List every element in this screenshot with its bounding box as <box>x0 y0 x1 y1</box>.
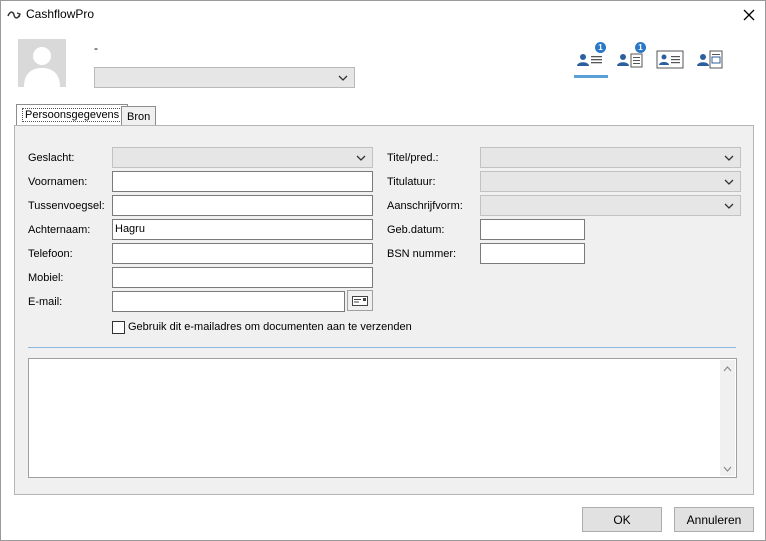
mobiel-label: Mobiel: <box>28 272 64 284</box>
aanschrijfvorm-label: Aanschrijfvorm: <box>387 200 463 212</box>
gebdatum-label: Geb.datum: <box>387 224 445 236</box>
email-label: E-mail: <box>28 296 63 308</box>
scroll-down-icon[interactable] <box>723 466 732 472</box>
view-documenten-button[interactable] <box>696 48 724 70</box>
chevron-down-icon <box>338 75 348 81</box>
cancel-button[interactable]: Annuleren <box>674 507 754 532</box>
notification-badge: 1 <box>595 42 606 53</box>
tab-persoonsgegevens[interactable]: Persoonsgegevens <box>16 104 129 126</box>
view-details-button[interactable] <box>656 48 684 70</box>
achternaam-input[interactable]: Hagru <box>112 219 373 240</box>
app-logo-icon <box>7 11 21 19</box>
notes-textarea[interactable] <box>28 358 737 478</box>
voornamen-label: Voornamen: <box>28 176 88 188</box>
chevron-down-icon <box>724 155 734 161</box>
title-bar: CashflowPro <box>1 1 765 29</box>
close-button[interactable] <box>737 4 761 26</box>
bsn-input[interactable] <box>480 243 585 264</box>
active-view-indicator <box>574 75 608 78</box>
window-title: CashflowPro <box>26 7 95 21</box>
titel-select[interactable] <box>480 147 741 168</box>
mobiel-input[interactable] <box>112 267 373 288</box>
aanschrijfvorm-select[interactable] <box>480 195 741 216</box>
achternaam-label: Achternaam: <box>28 224 91 236</box>
tab-label: Bron <box>127 111 151 123</box>
close-icon <box>743 9 755 21</box>
tab-bron[interactable]: Bron <box>121 106 157 125</box>
chevron-down-icon <box>356 155 366 161</box>
gebdatum-input[interactable] <box>480 219 585 240</box>
tussenvoegsel-label: Tussenvoegsel: <box>28 200 105 212</box>
chevron-down-icon <box>724 203 734 209</box>
email-card-icon <box>352 295 368 306</box>
relation-select[interactable] <box>94 67 355 88</box>
user-placeholder-icon <box>24 47 60 87</box>
tab-label: Persoonsgegevens <box>22 108 123 122</box>
notification-badge: 1 <box>635 42 646 53</box>
use-email-checkbox-label[interactable]: Gebruik dit e-mailadres om documenten aa… <box>128 321 412 333</box>
scroll-up-icon[interactable] <box>723 366 732 372</box>
geslacht-select[interactable] <box>112 147 373 168</box>
bsn-label: BSN nummer: <box>387 248 457 260</box>
view-adressen-button[interactable]: 1 <box>616 42 646 70</box>
geslacht-label: Geslacht: <box>28 152 75 164</box>
telefoon-label: Telefoon: <box>28 248 73 260</box>
email-input[interactable] <box>112 291 345 312</box>
contact-card-icon <box>656 50 684 69</box>
voornamen-input[interactable] <box>112 171 373 192</box>
use-email-checkbox[interactable] <box>112 321 125 334</box>
titulatuur-select[interactable] <box>480 171 741 192</box>
tussenvoegsel-input[interactable] <box>112 195 373 216</box>
titulatuur-label: Titulatuur: <box>387 176 436 188</box>
ok-button[interactable]: OK <box>582 507 662 532</box>
view-persoonsgegevens-button[interactable]: 1 <box>576 42 606 70</box>
telefoon-input[interactable] <box>112 243 373 264</box>
titel-label: Titel/pred.: <box>387 152 439 164</box>
notes-scrollbar[interactable] <box>720 360 735 476</box>
section-divider <box>28 347 736 348</box>
person-file-icon <box>697 50 723 69</box>
person-name: - <box>94 41 98 55</box>
chevron-down-icon <box>724 179 734 185</box>
avatar[interactable] <box>18 39 66 87</box>
dialog-window: CashflowPro - 1 1 Persoonsgegevens Bron … <box>0 0 766 541</box>
send-email-button[interactable] <box>347 290 373 311</box>
